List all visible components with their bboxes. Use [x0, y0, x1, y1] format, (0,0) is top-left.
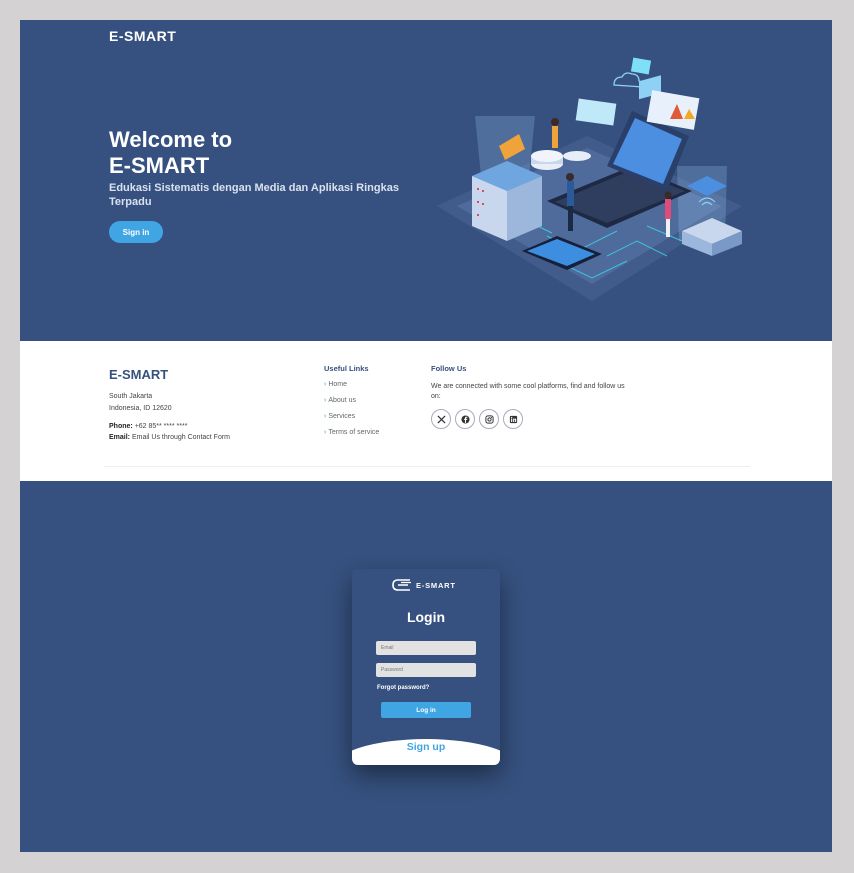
x-icon [436, 414, 446, 424]
hero-title-line1: Welcome to [109, 127, 233, 152]
hero-subtitle: Edukasi Sistematis dengan Media dan Apli… [109, 182, 399, 208]
footer-link-label: Home [328, 381, 348, 388]
address-line1: South Jakarta [109, 393, 153, 400]
facebook-social-button[interactable] [455, 409, 475, 429]
chevron-right-icon: › [324, 381, 327, 388]
hero-section: E-SMART Welcome to E-SMART Edukasi Siste… [20, 20, 832, 341]
login-card: E-SMART Login Forgot password? Log in Si… [352, 569, 500, 765]
instagram-social-button[interactable] [479, 409, 499, 429]
footer-link-label: Services [328, 413, 356, 420]
hero-title-line2: E-SMART [109, 153, 210, 178]
phone-label: Phone: [109, 423, 133, 430]
footer-link-about[interactable]: › About us [324, 397, 379, 413]
footer-link-services[interactable]: › Services [324, 413, 379, 429]
log-in-button[interactable]: Log in [381, 702, 471, 718]
chevron-right-icon: › [324, 413, 327, 420]
hero-illustration [437, 57, 742, 301]
social-links [431, 409, 523, 429]
hero-title: Welcome to E-SMART [109, 127, 309, 179]
instagram-icon [484, 414, 494, 424]
footer-logo: E-SMART [109, 367, 169, 382]
follow-us-heading: Follow Us [431, 364, 467, 373]
facebook-icon [460, 414, 470, 424]
sign-up-button[interactable]: Sign up [352, 741, 500, 753]
login-title: Login [406, 609, 446, 625]
phone-value: +62 85** **** **** [134, 423, 188, 430]
follow-us-text: We are connected with some cool platform… [431, 383, 625, 400]
page-frame: E-SMART Welcome to E-SMART Edukasi Siste… [20, 20, 832, 852]
x-social-button[interactable] [431, 409, 451, 429]
email-value: Email Us through Contact Form [131, 434, 231, 441]
sign-in-button[interactable]: Sign in [109, 221, 163, 243]
email-field[interactable] [376, 641, 476, 655]
footer-link-label: About us [328, 397, 356, 404]
login-section: E-SMART Login Forgot password? Log in Si… [20, 481, 832, 852]
footer-section: E-SMART South Jakarta Indonesia, ID 1262… [20, 341, 832, 481]
email-label: Email: [109, 434, 131, 441]
password-field[interactable] [376, 663, 476, 677]
footer-link-home[interactable]: › Home [324, 381, 379, 397]
header-logo[interactable]: E-SMART [109, 28, 176, 44]
footer-divider [104, 466, 750, 467]
e-smart-logo-icon [392, 579, 411, 591]
footer-contact: Phone: +62 85** **** **** Email: Email U… [109, 421, 230, 443]
linkedin-social-button[interactable] [503, 409, 523, 429]
forgot-password-link[interactable]: Forgot password? [377, 685, 429, 691]
footer-link-terms[interactable]: › Terms of service [324, 429, 379, 445]
footer-link-label: Terms of service [328, 429, 380, 436]
linkedin-icon [509, 415, 517, 423]
footer-address: South Jakarta Indonesia, ID 12620 [109, 391, 172, 415]
card-logo-text: E-SMART [416, 580, 456, 590]
useful-links-list: › Home › About us › Services › Terms of serv… [324, 381, 379, 445]
useful-links-heading: Useful Links [324, 364, 369, 373]
card-logo: E-SMART [392, 579, 456, 591]
address-line2: Indonesia, ID 12620 [109, 405, 172, 412]
chevron-right-icon: › [324, 429, 327, 436]
chevron-right-icon: › [324, 397, 327, 404]
